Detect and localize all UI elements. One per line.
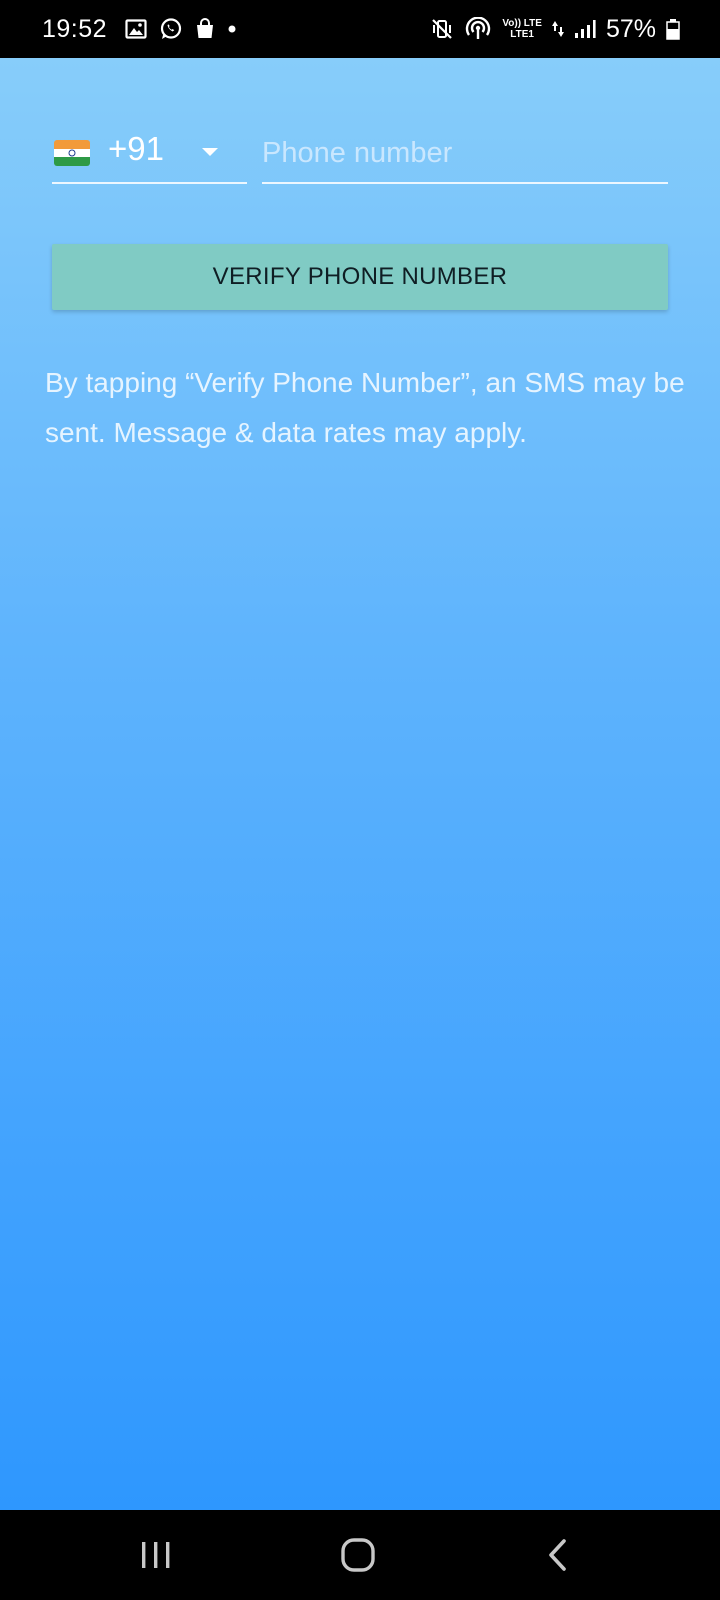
recents-icon <box>139 1539 173 1571</box>
verify-phone-number-button[interactable]: VERIFY PHONE NUMBER <box>52 244 668 310</box>
whatsapp-icon <box>159 17 183 41</box>
back-button[interactable] <box>498 1510 618 1600</box>
status-bar-left: 19:52 <box>42 0 237 58</box>
back-icon <box>546 1537 570 1573</box>
gallery-icon <box>125 19 147 39</box>
data-arrows-icon <box>551 19 564 39</box>
status-bar-right: Vo)) LTE LTE1 57% <box>430 0 680 58</box>
shopping-bag-icon <box>195 18 215 40</box>
home-button[interactable] <box>298 1510 418 1600</box>
battery-icon <box>666 18 680 40</box>
phone-verification-screen: +91 VERIFY PHONE NUMBER By tapping “Veri… <box>0 58 720 1510</box>
network-top-label: Vo)) LTE <box>502 18 542 29</box>
phone-number-input[interactable] <box>262 124 668 184</box>
status-time: 19:52 <box>42 14 108 43</box>
status-bar: 19:52 Vo)) LTE LTE1 57% <box>0 0 720 58</box>
country-code: +91 <box>108 130 164 167</box>
recents-button[interactable] <box>96 1510 216 1600</box>
phone-number-row: +91 <box>52 124 668 234</box>
network-bottom-label: LTE1 <box>510 29 534 40</box>
navigation-bar <box>0 1510 720 1600</box>
sms-disclaimer: By tapping “Verify Phone Number”, an SMS… <box>45 367 685 448</box>
volte-icon: Vo)) LTE LTE1 <box>502 18 542 40</box>
chevron-down-icon <box>202 148 218 156</box>
mute-vibrate-icon <box>430 17 454 41</box>
hotspot-icon <box>464 17 492 41</box>
signal-icon <box>574 19 596 39</box>
india-flag-icon <box>54 140 90 166</box>
battery-percent: 57% <box>605 14 656 43</box>
country-code-picker[interactable]: +91 <box>52 124 247 184</box>
notification-dot-icon <box>227 24 237 34</box>
home-icon <box>340 1537 376 1573</box>
